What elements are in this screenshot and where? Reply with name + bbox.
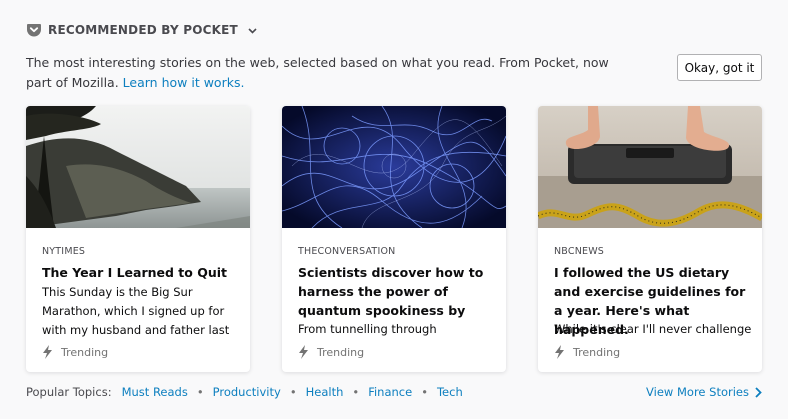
story-source: NYTIMES	[42, 246, 86, 257]
lightning-icon	[299, 345, 308, 359]
story-source: NBCNEWS	[554, 246, 605, 257]
story-card[interactable]: NYTIMES The Year I Learned to Quit This …	[26, 106, 250, 372]
topic-separator: •	[289, 385, 297, 399]
view-more-stories-link[interactable]: View More Stories	[646, 385, 762, 399]
story-excerpt: This Sunday is the Big Sur Marathon, whi…	[42, 285, 230, 337]
lightning-icon	[43, 345, 52, 359]
story-context-label: Trending	[61, 345, 109, 359]
topic-separator: •	[352, 385, 360, 399]
intro-text: The most interesting stories on the web,…	[26, 53, 636, 93]
topic-separator: •	[421, 385, 428, 399]
coastal-cliff-photo	[26, 106, 250, 228]
story-context-label: Trending	[317, 345, 365, 359]
topic-link[interactable]: Tech	[437, 385, 463, 399]
story-title: Scientists discover how to harness the p…	[298, 265, 484, 318]
story-excerpt: From tunnelling through	[298, 322, 437, 336]
pocket-icon	[27, 24, 41, 37]
topics-label: Popular Topics:	[26, 385, 112, 399]
story-source: THECONVERSATION	[298, 246, 396, 257]
topic-separator: •	[196, 385, 204, 399]
story-context: Trending	[554, 345, 620, 359]
intro-body: The most interesting stories on the web,…	[26, 55, 609, 90]
learn-more-link[interactable]: Learn how it works.	[123, 75, 245, 90]
dismiss-button[interactable]: Okay, got it	[677, 54, 762, 81]
chevron-down-icon[interactable]	[248, 24, 257, 37]
section-header: RECOMMENDED BY POCKET	[26, 22, 257, 38]
section-title: RECOMMENDED BY POCKET	[48, 23, 238, 37]
story-cards: NYTIMES The Year I Learned to Quit This …	[26, 106, 762, 372]
chevron-right-icon	[755, 386, 762, 398]
lightning-icon	[555, 345, 564, 359]
story-excerpt: While it's clear I'll never challenge	[554, 322, 752, 336]
view-more-label: View More Stories	[646, 385, 749, 399]
story-title: The Year I Learned to Quit	[42, 265, 228, 280]
story-context-label: Trending	[573, 345, 621, 359]
bathroom-scale-photo	[538, 106, 762, 228]
topic-link[interactable]: Finance	[368, 385, 412, 399]
story-card[interactable]: NBCNEWS I followed the US dietary and ex…	[538, 106, 762, 372]
topic-link[interactable]: Must Reads	[122, 385, 188, 399]
topic-link[interactable]: Productivity	[213, 385, 281, 399]
topic-link[interactable]: Health	[306, 385, 344, 399]
story-context: Trending	[298, 345, 364, 359]
topics-footer: Popular Topics: Must Reads • Productivit…	[26, 385, 762, 399]
quantum-filaments-photo	[282, 106, 506, 228]
story-context: Trending	[42, 345, 108, 359]
story-card[interactable]: THECONVERSATION Scientists discover how …	[282, 106, 506, 372]
